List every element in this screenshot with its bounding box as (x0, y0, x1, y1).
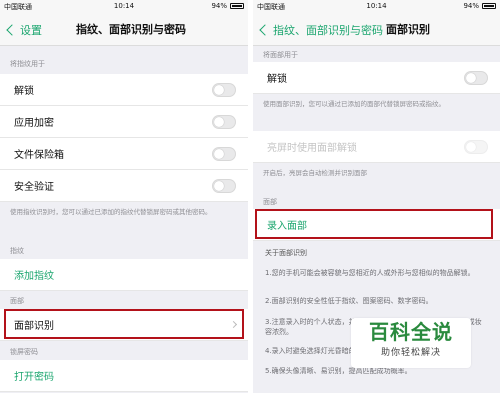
navigation-bar: 指纹、面部识别与密码 面部识别 (253, 14, 500, 46)
enroll-face-label: 录入面部 (267, 221, 307, 232)
back-label: 设置 (20, 24, 42, 37)
toggle-row-app-encryption[interactable]: 应用加密 (0, 106, 248, 138)
about-header: 关于面部识别 (265, 249, 307, 257)
lockscreen-header: 锁屏密码 (10, 348, 38, 356)
fingerprint-header: 指纹 (10, 247, 24, 255)
face-recognition-label: 面部识别 (14, 321, 54, 332)
security-verify-toggle[interactable] (212, 178, 236, 193)
battery-icon (230, 3, 244, 9)
app-encryption-toggle[interactable] (212, 114, 236, 129)
toggle-row-unlock[interactable]: 解锁 (0, 74, 248, 106)
back-button[interactable]: 指纹、面部识别与密码 (259, 14, 383, 46)
battery-icon (482, 3, 496, 9)
enroll-face-row[interactable]: 录入面部 (253, 209, 500, 241)
face-unlock-row[interactable]: 解锁 (253, 62, 500, 94)
battery-percent: 94% (463, 2, 479, 10)
about-item-1: 1.您的手机可能会被容貌与您相近的人或外形与您相似的物品解锁。 (265, 269, 475, 277)
face-unlock-toggle[interactable] (464, 70, 488, 85)
fingerprint-note: 使用指纹识别时，您可以通过已添加的指纹代替锁屏密码或其他密码。 (10, 208, 212, 216)
face-recognition-row[interactable]: 面部识别 (0, 309, 248, 341)
toggle-row-security-verify[interactable]: 安全验证 (0, 170, 248, 202)
file-safe-toggle[interactable] (212, 146, 236, 161)
back-label: 指纹、面部识别与密码 (273, 24, 383, 37)
face-header: 面部 (263, 198, 277, 206)
chevron-left-icon (6, 24, 18, 36)
back-button[interactable]: 设置 (6, 14, 42, 46)
toggle-row-file-safe[interactable]: 文件保险箱 (0, 138, 248, 170)
screen-on-note: 开启后，亮屏会自动检测并识别面部 (263, 169, 367, 177)
face-use-header: 将面部用于 (263, 51, 298, 59)
add-fingerprint-label: 添加指纹 (14, 271, 54, 282)
page-title: 指纹、面部识别与密码 (76, 23, 186, 36)
screen-on-unlock-row[interactable]: 亮屏时使用面部解锁 (253, 131, 500, 163)
about-item-2: 2.面部识别的安全性低于指纹、图案密码、数字密码。 (265, 297, 433, 305)
watermark-badge: 百科全说 助你轻松解决 (351, 318, 471, 368)
chevron-left-icon (259, 24, 271, 36)
watermark-subtitle: 助你轻松解决 (380, 348, 441, 358)
navigation-bar: 设置 指纹、面部识别与密码 (0, 14, 248, 46)
watermark-title: 百科全说 (369, 320, 453, 344)
page-title: 面部识别 (386, 23, 430, 36)
unlock-toggle[interactable] (212, 82, 236, 97)
status-bar: 中国联通 10:14 94% (253, 0, 500, 14)
open-password-row[interactable]: 打开密码 (0, 360, 248, 392)
settings-list: 将指纹用于 解锁 应用加密 文件保险箱 安全验证 使用指纹识别时，您可以通过已添… (0, 47, 248, 393)
battery-percent: 94% (211, 2, 227, 10)
face-header: 面部 (10, 297, 24, 305)
add-fingerprint-row[interactable]: 添加指纹 (0, 259, 248, 291)
open-password-label: 打开密码 (14, 372, 54, 383)
left-screen: 中国联通 10:14 94% 设置 指纹、面部识别与密码 将指纹用于 解锁 应用… (0, 0, 248, 393)
screen-on-unlock-toggle[interactable] (464, 139, 488, 154)
fingerprint-use-header: 将指纹用于 (10, 60, 45, 68)
face-unlock-note: 使用面部识别，您可以通过已添加的面部代替锁屏密码或指纹。 (263, 100, 445, 108)
status-bar: 中国联通 10:14 94% (0, 0, 248, 14)
